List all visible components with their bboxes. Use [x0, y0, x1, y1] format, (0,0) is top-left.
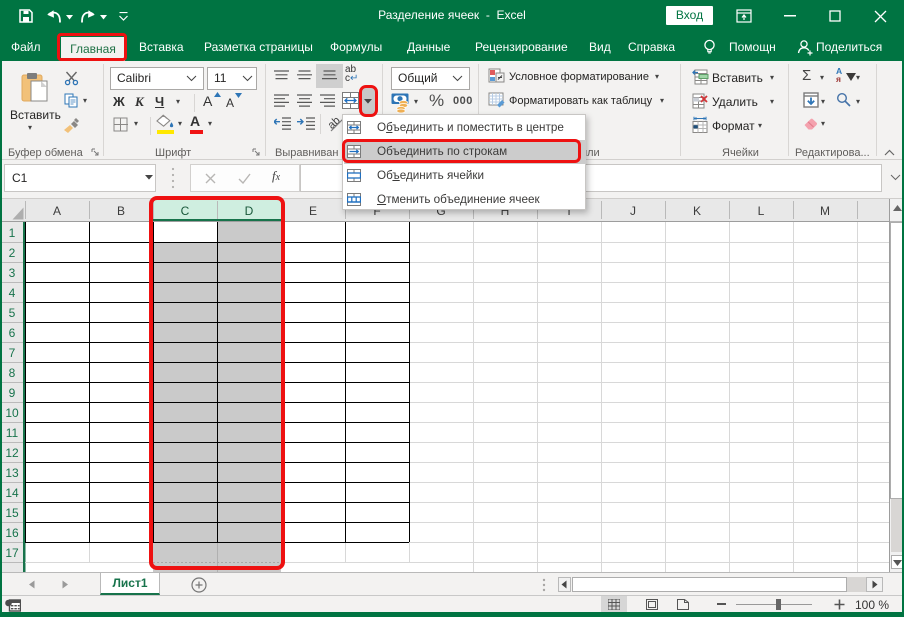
svg-text:14: 14 [5, 486, 19, 500]
svg-text:J: J [630, 204, 636, 218]
svg-text:13: 13 [5, 466, 19, 480]
svg-text:2: 2 [9, 246, 16, 260]
svg-text:6: 6 [9, 326, 16, 340]
svg-text:17: 17 [5, 546, 19, 560]
svg-text:5: 5 [9, 306, 16, 320]
svg-text:8: 8 [9, 366, 16, 380]
svg-text:L: L [758, 204, 765, 218]
svg-text:A: A [53, 204, 61, 218]
svg-text:B: B [117, 204, 125, 218]
svg-text:9: 9 [9, 386, 16, 400]
svg-text:3: 3 [9, 266, 16, 280]
svg-text:15: 15 [5, 506, 19, 520]
svg-text:K: K [693, 204, 701, 218]
svg-text:7: 7 [9, 346, 16, 360]
svg-text:10: 10 [5, 406, 19, 420]
svg-text:4: 4 [9, 286, 16, 300]
svg-text:1: 1 [9, 226, 16, 240]
svg-text:12: 12 [5, 446, 19, 460]
svg-text:E: E [309, 204, 317, 218]
svg-text:11: 11 [6, 426, 19, 440]
svg-text:16: 16 [5, 526, 19, 540]
svg-text:M: M [820, 204, 830, 218]
